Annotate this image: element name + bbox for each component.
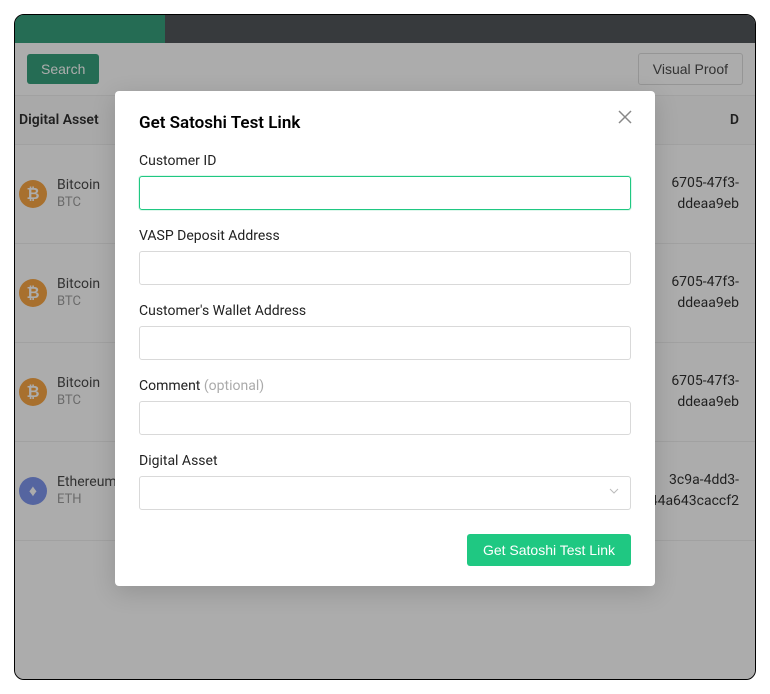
satoshi-test-modal: Get Satoshi Test Link Customer ID VASP D… (115, 91, 655, 586)
field-vasp-deposit: VASP Deposit Address (139, 228, 631, 285)
field-digital-asset: Digital Asset (139, 453, 631, 510)
label-vasp-deposit: VASP Deposit Address (139, 228, 631, 244)
wallet-address-input[interactable] (139, 326, 631, 360)
app-frame: Search Visual Proof Digital Asset D ₿Bit… (14, 14, 756, 680)
label-comment-text: Comment (139, 378, 200, 394)
label-customer-id: Customer ID (139, 153, 631, 169)
customer-id-input[interactable] (139, 176, 631, 210)
get-satoshi-test-link-button[interactable]: Get Satoshi Test Link (467, 534, 631, 566)
digital-asset-select[interactable] (139, 476, 631, 510)
vasp-deposit-input[interactable] (139, 251, 631, 285)
field-comment: Comment (optional) (139, 378, 631, 435)
modal-title: Get Satoshi Test Link (139, 113, 631, 133)
modal-overlay[interactable]: Get Satoshi Test Link Customer ID VASP D… (15, 15, 755, 679)
modal-footer: Get Satoshi Test Link (139, 534, 631, 566)
label-comment: Comment (optional) (139, 378, 631, 394)
label-wallet-address: Customer's Wallet Address (139, 303, 631, 319)
chevron-down-icon (608, 485, 620, 501)
field-customer-id: Customer ID (139, 153, 631, 210)
close-icon[interactable] (617, 109, 635, 127)
label-comment-optional: (optional) (204, 378, 264, 394)
label-digital-asset: Digital Asset (139, 453, 631, 469)
comment-input[interactable] (139, 401, 631, 435)
field-wallet-address: Customer's Wallet Address (139, 303, 631, 360)
